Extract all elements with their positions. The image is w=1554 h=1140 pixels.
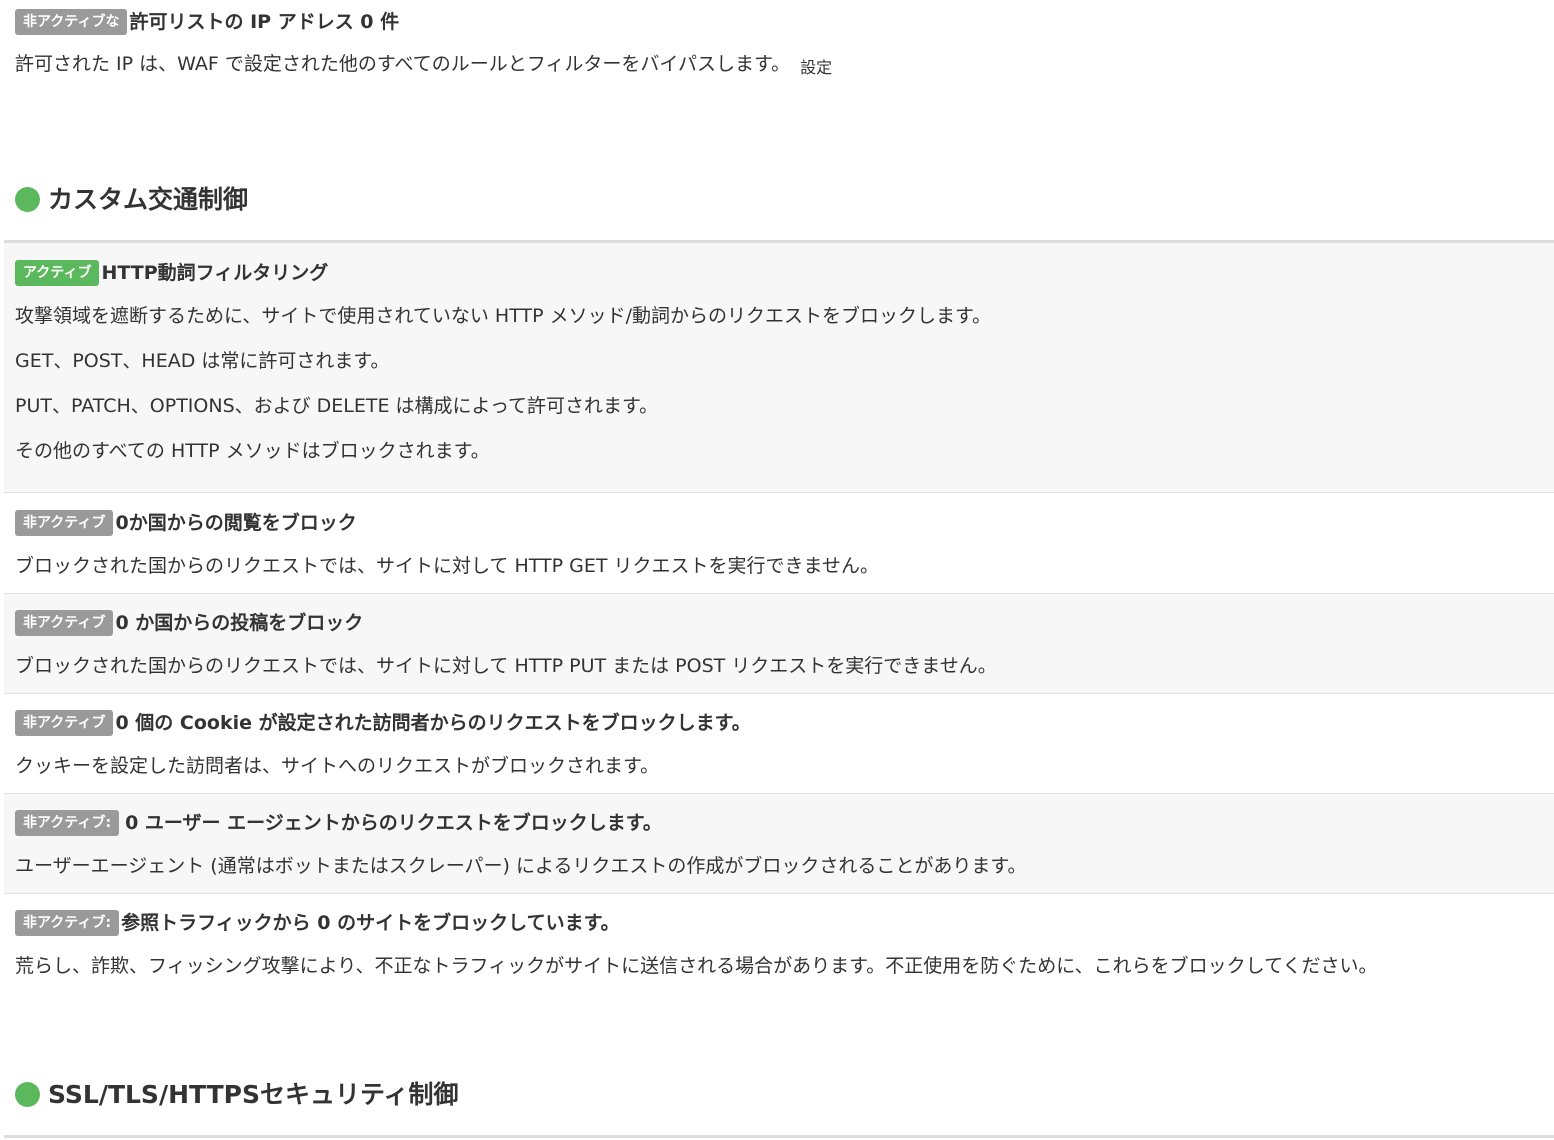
rule-header: 非アクティブ 0 か国からの投稿をブロック [15,607,363,637]
section-divider [4,1135,1554,1138]
rule-header: 非アクティブ 0 個の Cookie が設定された訪問者からのリクエストをブロック… [15,707,751,737]
rule-title: 0か国からの閲覧をブロック [115,511,357,534]
section-title-text: SSL/TLS/HTTPSセキュリティ制御 [48,1080,459,1109]
rule-title: 0 個の Cookie が設定された訪問者からのリクエストをブロックします。 [115,711,751,734]
status-badge: 非アクティブ: [15,909,120,936]
waf-settings-page: 非アクティブな 許可リストの IP アドレス 0 件 許可された IP は、WAF… [0,0,1554,1140]
rule-http-verb-filtering: アクティブ HTTP動詞フィルタリング 攻撃領域を遮断するために、サイトで使用され… [4,243,1554,493]
settings-link[interactable]: 設定 [800,58,832,77]
status-badge: 非アクティブ: [15,809,120,836]
rule-block-country-viewing: 非アクティブ 0か国からの閲覧をブロック ブロックされた国からのリクエストでは、サ… [4,494,1554,594]
status-badge: 非アクティブな [15,8,128,35]
rule-description: ユーザーエージェント (通常はボットまたはスクレーパー) によるリクエストの作成… [15,855,1027,877]
rule-block-referral-traffic: 非アクティブ: 参照トラフィックから 0 のサイトをブロックしています。 荒らし、… [4,894,1554,994]
status-dot-icon [15,1082,40,1107]
rule-title: HTTP動詞フィルタリング [101,261,329,284]
rule-block-cookies: 非アクティブ 0 個の Cookie が設定された訪問者からのリクエストをブロック… [4,694,1554,794]
rule-header: 非アクティブ: 0 ユーザー エージェントからのリクエストをブロックします。 [15,807,662,837]
rule-description: クッキーを設定した訪問者は、サイトへのリクエストがブロックされます。 [15,755,660,777]
section-title-custom-traffic: カスタム交通制御 [15,183,248,217]
rule-description: ブロックされた国からのリクエストでは、サイトに対して HTTP GET リクエス… [15,555,879,577]
allowlist-rule-header: 非アクティブな 許可リストの IP アドレス 0 件 [15,6,832,36]
rule-description: ブロックされた国からのリクエストでは、サイトに対して HTTP PUT または … [15,655,997,677]
rule-block-country-posting: 非アクティブ 0 か国からの投稿をブロック ブロックされた国からのリクエストでは、… [4,594,1554,694]
status-badge: アクティブ [15,259,100,286]
rule-description: 荒らし、詐欺、フィッシング攻撃により、不正なトラフィックがサイトに送信される場合… [15,955,1378,977]
rule-title: 0 か国からの投稿をブロック [115,611,364,634]
section-title-ssl: SSL/TLS/HTTPSセキュリティ制御 [15,1078,459,1112]
rule-description: その他のすべての HTTP メソッドはブロックされます。 [15,440,490,462]
status-badge: 非アクティブ [15,509,114,536]
status-badge: 非アクティブ [15,609,114,636]
status-dot-icon [15,187,40,212]
section-title-text: カスタム交通制御 [48,185,249,214]
rule-title: 許可リストの IP アドレス 0 件 [129,10,400,33]
rule-title: 0 ユーザー エージェントからのリクエストをブロックします。 [125,811,662,834]
rule-header: 非アクティブ 0か国からの閲覧をブロック [15,507,357,537]
rule-header: 非アクティブ: 参照トラフィックから 0 のサイトをブロックしています。 [15,907,620,937]
rule-header: アクティブ HTTP動詞フィルタリング [15,257,328,287]
rule-description: PUT、PATCH、OPTIONS、および DELETE は構成によって許可され… [15,395,659,417]
rule-block-user-agents: 非アクティブ: 0 ユーザー エージェントからのリクエストをブロックします。 ユー… [4,794,1554,894]
rule-description: GET、POST、HEAD は常に許可されます。 [15,350,390,372]
status-badge: 非アクティブ [15,709,114,736]
rule-description: 許可された IP は、WAF で設定された他のすべてのルールとフィルターをバイパ… [15,51,832,81]
rule-description-text: 許可された IP は、WAF で設定された他のすべてのルールとフィルターをバイパ… [15,53,791,75]
allowlist-rule: 非アクティブな 許可リストの IP アドレス 0 件 許可された IP は、WAF… [15,6,832,81]
rule-title: 参照トラフィックから 0 のサイトをブロックしています。 [121,911,620,934]
rule-description: 攻撃領域を遮断するために、サイトで使用されていない HTTP メソッド/動詞から… [15,305,992,327]
